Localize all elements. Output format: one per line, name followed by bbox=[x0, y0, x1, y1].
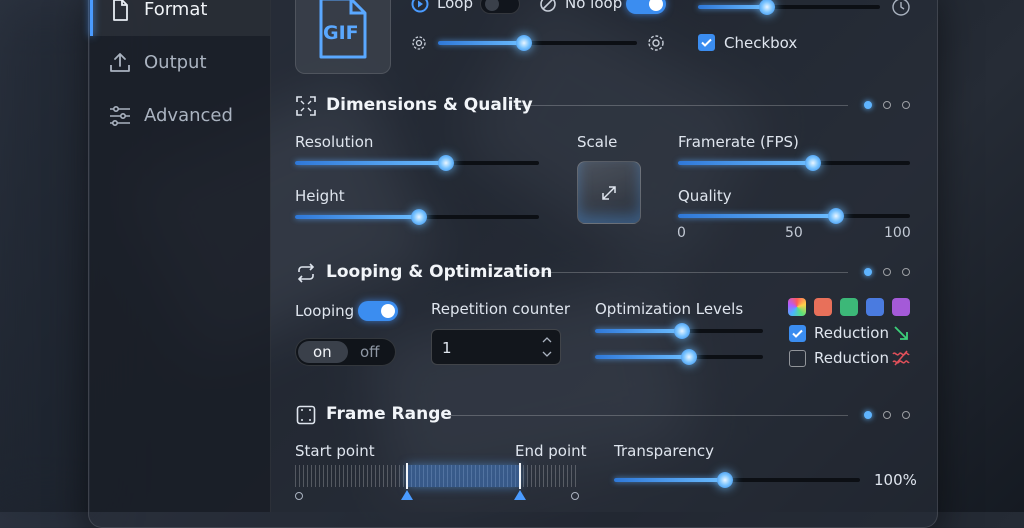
play-icon[interactable] bbox=[411, 0, 429, 13]
sidebar-item-format[interactable]: Format bbox=[90, 0, 270, 36]
transparency-slider[interactable] bbox=[614, 472, 860, 488]
reduction-checkbox-2[interactable] bbox=[789, 350, 806, 367]
file-icon bbox=[113, 0, 128, 21]
transparency-value: 100% bbox=[874, 471, 917, 489]
looping-toggle[interactable] bbox=[358, 301, 398, 321]
color-swatch[interactable] bbox=[866, 298, 884, 316]
frame-icon bbox=[296, 405, 316, 425]
start-handle[interactable] bbox=[406, 463, 408, 489]
divider bbox=[531, 272, 848, 273]
loop-toggle[interactable] bbox=[480, 0, 520, 14]
optimization-slider-2[interactable] bbox=[595, 349, 763, 365]
height-label: Height bbox=[295, 187, 345, 205]
color-swatch[interactable] bbox=[840, 298, 858, 316]
sidebar-item-output[interactable]: Output bbox=[90, 37, 270, 89]
sidebar-item-advanced[interactable]: Advanced bbox=[90, 90, 270, 142]
sidebar-item-label: Output bbox=[144, 52, 207, 73]
color-swatch[interactable] bbox=[814, 298, 832, 316]
settings-small-icon[interactable] bbox=[411, 35, 427, 51]
quality-label: Quality bbox=[678, 187, 732, 205]
reduction-checkbox-1[interactable] bbox=[789, 325, 806, 342]
start-point-label: Start point bbox=[295, 442, 375, 460]
page-dot-2[interactable] bbox=[883, 101, 891, 109]
scale-button[interactable] bbox=[577, 161, 641, 224]
page-dot-1[interactable] bbox=[864, 268, 872, 276]
quality-slider[interactable] bbox=[678, 208, 910, 224]
reduction-label-2: Reduction bbox=[814, 349, 889, 367]
checkbox[interactable] bbox=[698, 34, 715, 51]
repetition-stepper[interactable]: 1 bbox=[431, 329, 561, 365]
sidebar-item-label: Advanced bbox=[144, 105, 233, 126]
end-point-label: End point bbox=[515, 442, 587, 460]
sidebar-item-label: Format bbox=[144, 0, 208, 20]
page-dot-2[interactable] bbox=[883, 268, 891, 276]
page-dot-3[interactable] bbox=[902, 268, 910, 276]
resolution-label: Resolution bbox=[295, 133, 374, 151]
color-swatch[interactable] bbox=[892, 298, 910, 316]
divider bbox=[513, 105, 848, 106]
segment-off-label: off bbox=[360, 343, 380, 361]
file-type-card[interactable]: GIF bbox=[295, 0, 391, 74]
scale-label: Scale bbox=[577, 133, 618, 151]
settings-large-icon[interactable] bbox=[647, 34, 665, 52]
reduction-label-1: Reduction bbox=[814, 324, 889, 342]
quality-tick-max: 100 bbox=[884, 225, 911, 241]
segment-on-label: on bbox=[313, 343, 332, 361]
color-swatch-rainbow[interactable] bbox=[788, 298, 806, 316]
framerate-slider[interactable] bbox=[678, 155, 910, 171]
start-marker-icon[interactable] bbox=[401, 490, 413, 500]
divider bbox=[447, 415, 848, 416]
no-loop-icon bbox=[540, 0, 556, 12]
optimization-label: Optimization Levels bbox=[595, 300, 744, 318]
frame-range-timeline[interactable] bbox=[295, 463, 579, 489]
clock-icon bbox=[892, 0, 910, 16]
range-min-dot bbox=[295, 492, 303, 500]
end-handle[interactable] bbox=[519, 463, 521, 489]
page-dot-3[interactable] bbox=[902, 411, 910, 419]
trend-down-icon bbox=[894, 326, 908, 340]
quality-tick-mid: 50 bbox=[785, 225, 803, 241]
sliders-icon bbox=[110, 105, 130, 126]
no-loop-label: No loop bbox=[565, 0, 623, 12]
page-dot-2[interactable] bbox=[883, 411, 891, 419]
framerate-label: Framerate (FPS) bbox=[678, 133, 799, 151]
speed-slider[interactable] bbox=[438, 35, 637, 51]
looping-label: Looping bbox=[295, 302, 355, 320]
repetition-label: Repetition counter bbox=[431, 300, 570, 318]
range-max-dot bbox=[571, 492, 579, 500]
loop-label: Loop bbox=[437, 0, 473, 12]
chevron-up-icon[interactable] bbox=[542, 337, 552, 343]
transparency-label: Transparency bbox=[614, 442, 715, 460]
page-dot-1[interactable] bbox=[864, 411, 872, 419]
on-off-segmented[interactable]: on off bbox=[295, 338, 396, 366]
chevron-down-icon[interactable] bbox=[542, 351, 552, 357]
resize-icon bbox=[602, 186, 616, 200]
checkbox-label: Checkbox bbox=[724, 34, 798, 52]
optimization-slider-1[interactable] bbox=[595, 323, 763, 339]
page-dot-1[interactable] bbox=[864, 101, 872, 109]
repeat-icon bbox=[297, 263, 315, 283]
end-marker-icon[interactable] bbox=[514, 490, 526, 500]
selected-range bbox=[407, 465, 520, 487]
quality-tick-min: 0 bbox=[677, 225, 686, 241]
height-slider[interactable] bbox=[295, 209, 539, 225]
top-right-slider[interactable] bbox=[698, 0, 880, 15]
section-title-dimensions: Dimensions & Quality bbox=[326, 95, 533, 115]
check-icon bbox=[792, 329, 803, 338]
wave-icon bbox=[892, 350, 910, 366]
upload-icon bbox=[110, 53, 130, 72]
repetition-value: 1 bbox=[442, 339, 452, 357]
section-title-looping: Looping & Optimization bbox=[326, 262, 553, 282]
no-loop-toggle[interactable] bbox=[626, 0, 666, 14]
section-title-frame-range: Frame Range bbox=[326, 404, 452, 424]
resolution-slider[interactable] bbox=[295, 155, 539, 171]
file-badge: GIF bbox=[323, 22, 359, 44]
check-icon bbox=[701, 38, 712, 47]
sidebar: Format Output Advanced bbox=[90, 0, 271, 512]
expand-icon bbox=[296, 96, 316, 116]
page-dot-3[interactable] bbox=[902, 101, 910, 109]
